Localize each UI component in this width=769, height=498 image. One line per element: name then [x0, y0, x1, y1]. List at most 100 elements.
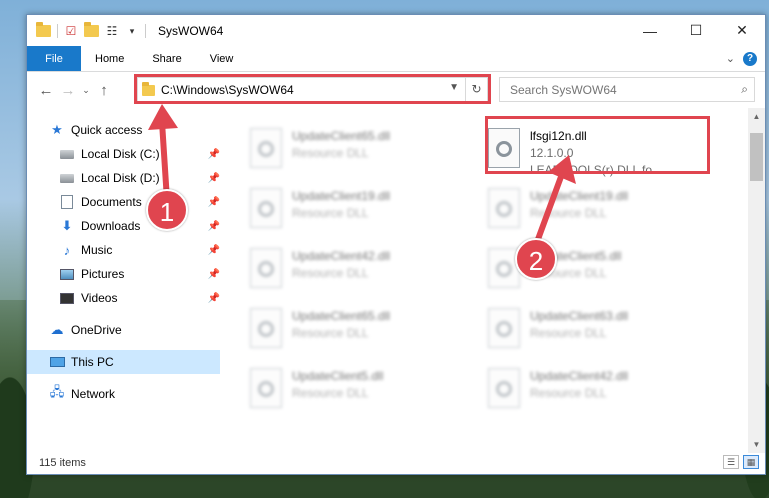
list-item[interactable]: UpdateClient19.dll Resource DLL	[240, 182, 460, 236]
window-controls: — ☐ ✕	[627, 15, 765, 46]
star-icon: ★	[51, 122, 63, 137]
vertical-scrollbar[interactable]: ▲ ▼	[748, 108, 765, 453]
file-name: UpdateClient5.dll	[292, 369, 384, 383]
pin-icon[interactable]: 📌	[208, 245, 220, 256]
ribbon-tabs: File Home Share View ⌄ ?	[27, 46, 765, 72]
file-name: UpdateClient42.dll	[530, 369, 629, 383]
annotation-highlight-file	[485, 116, 710, 174]
list-item[interactable]: UpdateClient19.dll Resource DLL	[478, 182, 698, 236]
file-name: UpdateClient65.dll	[292, 309, 391, 323]
navigation-bar: ← → ⌄ ↑ C:\Windows\SysWOW64 ▼ ↻ ⌕	[27, 72, 765, 108]
tiles-view-icon[interactable]: ▦	[743, 455, 759, 469]
downloads-icon: ⬇	[61, 218, 73, 233]
dll-file-icon	[250, 368, 282, 408]
back-button[interactable]: ←	[35, 82, 57, 99]
dll-file-icon	[488, 368, 520, 408]
sidebar-item-pictures[interactable]: Pictures 📌	[27, 262, 220, 286]
file-description: Resource DLL	[292, 266, 369, 280]
music-icon: ♪	[63, 242, 71, 258]
quick-access-toolbar: ☑ ☷ ▾	[27, 21, 146, 38]
sidebar-item-this-pc[interactable]: This PC	[27, 350, 220, 374]
expand-ribbon-icon[interactable]: ⌄	[726, 52, 735, 65]
list-item[interactable]: UpdateClient42.dll Resource DLL	[478, 362, 698, 416]
list-item[interactable]: UpdateClient65.dll Resource DLL	[240, 302, 460, 356]
properties-icon[interactable]: ☑	[64, 24, 78, 38]
chevron-down-icon[interactable]: ▾	[125, 24, 139, 38]
tab-share[interactable]: Share	[138, 46, 195, 71]
help-icon[interactable]: ?	[743, 51, 757, 66]
details-view-icon[interactable]: ☰	[723, 455, 739, 469]
list-item[interactable]: UpdateClient63.dll Resource DLL	[478, 302, 698, 356]
sidebar-item-documents[interactable]: Documents 📌	[27, 190, 220, 214]
search-box[interactable]: ⌕	[499, 77, 755, 102]
pin-icon[interactable]: 📌	[208, 269, 220, 280]
search-input[interactable]	[510, 82, 730, 97]
pin-icon[interactable]: 📌	[208, 197, 220, 208]
file-list: UpdateClient65.dll Resource DLL UpdateCli…	[220, 108, 750, 453]
dll-file-icon	[250, 128, 282, 168]
file-description: Resource DLL	[530, 206, 607, 220]
sidebar-item-label: Local Disk (D:)	[81, 171, 160, 185]
list-item[interactable]: UpdateClient5.dll Resource DLL	[240, 362, 460, 416]
sidebar-item-label: Documents	[81, 195, 142, 209]
sidebar-item-label: Quick access	[71, 123, 143, 137]
annotation-highlight-address	[134, 74, 491, 104]
list-item[interactable]: UpdateClient65.dll Resource DLL	[240, 122, 460, 176]
videos-icon	[59, 291, 75, 305]
dll-file-icon	[488, 308, 520, 348]
tab-file[interactable]: File	[27, 46, 81, 71]
up-button[interactable]: ↑	[93, 82, 115, 99]
sidebar-item-label: Music	[81, 243, 113, 257]
sidebar-item-music[interactable]: ♪ Music 📌	[27, 238, 220, 262]
drive-icon	[59, 171, 75, 185]
sidebar-item-label: Videos	[81, 291, 118, 305]
sidebar-item-local-disk-d[interactable]: Local Disk (D:) 📌	[27, 166, 220, 190]
dll-file-icon	[250, 188, 282, 228]
close-button[interactable]: ✕	[719, 15, 765, 46]
pin-icon[interactable]: 📌	[208, 149, 220, 160]
recent-locations-chevron-icon[interactable]: ⌄	[79, 85, 93, 96]
list-item[interactable]: UpdateClient5.dll Resource DLL	[478, 242, 698, 296]
list-item[interactable]: UpdateClient42.dll Resource DLL	[240, 242, 460, 296]
pin-icon[interactable]: 📌	[208, 293, 220, 304]
sidebar-item-network[interactable]: 🖧 Network	[27, 382, 220, 406]
folder-icon[interactable]	[36, 21, 51, 37]
sidebar-item-quick-access[interactable]: ★ Quick access	[27, 118, 220, 142]
customize-icon[interactable]: ☷	[105, 24, 119, 38]
network-icon: 🖧	[49, 384, 65, 399]
sidebar-item-label: Network	[71, 387, 116, 401]
scroll-up-icon[interactable]: ▲	[748, 108, 765, 125]
annotation-badge-2: 2	[515, 238, 557, 280]
pin-icon[interactable]: 📌	[208, 221, 220, 232]
dll-file-icon	[250, 248, 282, 288]
toolbar-divider	[57, 23, 58, 38]
tab-view[interactable]: View	[196, 46, 248, 71]
file-description: Resource DLL	[292, 386, 369, 400]
file-name: UpdateClient19.dll	[292, 189, 391, 203]
file-explorer-window: ☑ ☷ ▾ SysWOW64 — ☐ ✕ File Home Share Vie…	[26, 14, 766, 475]
window-title: SysWOW64	[158, 23, 224, 38]
forward-button[interactable]: →	[57, 82, 79, 99]
sidebar-item-videos[interactable]: Videos 📌	[27, 286, 220, 310]
file-description: Resource DLL	[292, 146, 369, 160]
file-description: Resource DLL	[530, 386, 607, 400]
sidebar-item-onedrive[interactable]: ☁ OneDrive	[27, 318, 220, 342]
file-name: UpdateClient19.dll	[530, 189, 629, 203]
scroll-thumb[interactable]	[750, 133, 763, 181]
item-count: 115 items	[39, 456, 86, 469]
pictures-icon	[59, 267, 75, 281]
pin-icon[interactable]: 📌	[208, 173, 220, 184]
maximize-button[interactable]: ☐	[673, 15, 719, 46]
sidebar-item-downloads[interactable]: ⬇ Downloads 📌	[27, 214, 220, 238]
minimize-button[interactable]: —	[627, 15, 673, 46]
sidebar-item-label: This PC	[71, 355, 114, 369]
new-folder-icon[interactable]	[84, 21, 99, 37]
sidebar-item-label: Pictures	[81, 267, 125, 281]
title-bar: ☑ ☷ ▾ SysWOW64 — ☐ ✕	[27, 15, 765, 46]
sidebar-item-label: Local Disk (C:)	[81, 147, 160, 161]
file-name: UpdateClient42.dll	[292, 249, 391, 263]
search-icon: ⌕	[741, 82, 748, 96]
sidebar-item-local-disk-c[interactable]: Local Disk (C:) 📌	[27, 142, 220, 166]
file-description: Resource DLL	[292, 206, 369, 220]
tab-home[interactable]: Home	[81, 46, 138, 71]
